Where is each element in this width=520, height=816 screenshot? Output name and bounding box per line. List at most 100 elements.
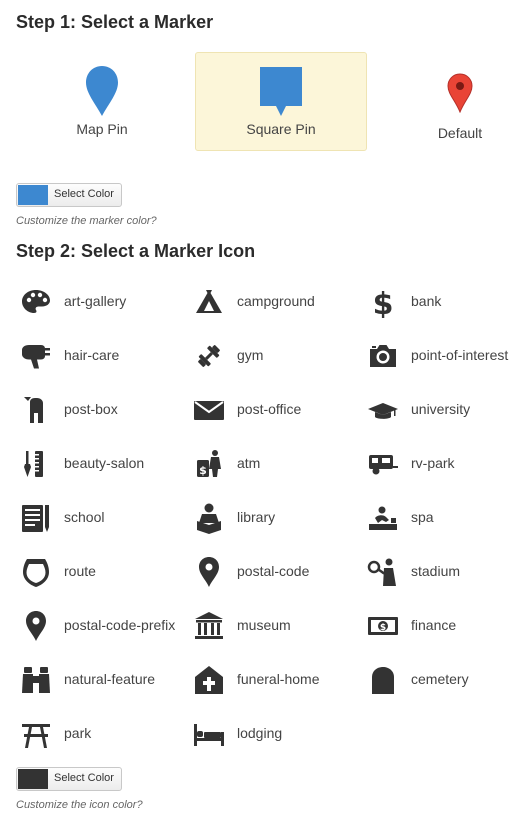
icon-option-label: rv-park [411,455,455,471]
icon-option-label: lodging [237,725,283,741]
point-of-interest-icon [370,345,396,367]
marker-option-square-pin[interactable]: Square Pin [195,52,367,151]
icon-color-hint: Customize the icon color? [16,799,143,811]
icon-option-natural-feature[interactable]: natural-feature [16,660,186,700]
step2-title: Step 2: Select a Marker Icon [16,241,256,261]
postal-code-icon [199,557,219,587]
park-icon [22,724,50,748]
svg-text:$: $ [373,287,394,318]
rv-park-icon [369,455,398,475]
icon-option-park[interactable]: park [16,714,186,754]
step1-title: Step 1: Select a Marker [16,12,214,32]
icon-option-post-office[interactable]: post-office [189,390,359,430]
icon-option-university[interactable]: university [363,390,520,430]
icon-option-label: school [64,509,105,525]
icon-option-art-gallery[interactable]: art-gallery [16,282,186,322]
svg-text:$: $ [380,623,386,633]
icon-option-label: cemetery [411,671,469,687]
icon-option-gym[interactable]: gym [189,336,359,376]
icon-option-post-box[interactable]: post-box [16,390,186,430]
default-pin-icon [447,73,473,113]
finance-icon: $ [368,617,398,635]
atm-icon: $ [197,450,221,477]
marker-label-square-pin: Square Pin [246,121,316,137]
university-icon [368,403,398,419]
cemetery-icon [372,667,394,694]
icon-option-label: campground [237,293,315,309]
hair-care-icon [22,345,50,369]
route-icon [23,559,49,587]
icon-option-museum[interactable]: museum [189,606,359,646]
icon-option-label: library [237,509,276,525]
icon-option-label: post-office [237,401,302,417]
icon-option-label: natural-feature [64,671,156,687]
icon-option-library[interactable]: library [189,498,359,538]
funeral-home-icon [195,666,223,694]
library-icon [197,503,221,534]
map-pin-icon [86,66,118,116]
icon-option-hair-care[interactable]: hair-care [16,336,186,376]
art-gallery-icon [22,290,50,313]
marker-color-button-label: Select Color [54,188,114,200]
icon-option-beauty-salon[interactable]: beauty-salon [16,444,186,484]
gym-icon [198,345,220,367]
icon-option-label: stadium [411,563,461,579]
icon-option-postal-code-prefix[interactable]: postal-code-prefix [16,606,186,646]
icon-option-finance[interactable]: $ finance [363,606,520,646]
icon-option-rv-park[interactable]: rv-park [363,444,520,484]
icon-option-spa[interactable]: spa [363,498,520,538]
icon-option-label: route [64,563,96,579]
marker-label-map-pin: Map Pin [76,121,128,137]
natural-feature-icon [22,667,50,693]
marker-option-default[interactable]: Default [374,52,520,151]
campground-icon [196,290,222,313]
svg-text:$: $ [199,464,207,477]
stadium-icon [367,558,396,586]
icon-option-label: postal-code-prefix [64,617,176,633]
icon-option-label: atm [237,455,261,471]
spa-icon [369,506,397,530]
icon-option-label: hair-care [64,347,120,363]
icon-option-label: point-of-interest [411,347,509,363]
icon-option-atm[interactable]: $ atm [189,444,359,484]
icon-option-label: university [411,401,471,417]
icon-option-bank[interactable]: $ bank [363,282,520,322]
beauty-salon-icon [24,451,43,477]
icon-option-lodging[interactable]: lodging [189,714,359,754]
icon-option-label: bank [411,293,442,309]
school-icon [22,505,49,532]
marker-color-swatch [18,185,48,205]
post-office-icon [194,401,224,420]
marker-color-hint: Customize the marker color? [16,215,157,227]
icon-color-swatch [18,769,48,789]
icon-option-label: postal-code [237,563,310,579]
icon-option-label: gym [237,347,264,363]
icon-option-label: funeral-home [237,671,320,687]
museum-icon [195,612,223,639]
icon-option-label: finance [411,617,457,633]
icon-option-label: park [64,725,92,741]
icon-option-school[interactable]: school [16,498,186,538]
icon-option-stadium[interactable]: stadium [363,552,520,592]
icon-color-button[interactable]: Select Color [16,767,122,791]
icon-option-label: post-box [64,401,118,417]
icon-color-button-label: Select Color [54,772,114,784]
marker-option-map-pin[interactable]: Map Pin [16,52,188,151]
bank-icon: $ [373,287,394,318]
icon-option-cemetery[interactable]: cemetery [363,660,520,700]
postal-code-prefix-icon [26,611,46,641]
icon-option-route[interactable]: route [16,552,186,592]
post-box-icon [24,397,43,423]
marker-label-default: Default [437,125,483,141]
icon-option-funeral-home[interactable]: funeral-home [189,660,359,700]
marker-color-button[interactable]: Select Color [16,183,122,207]
icon-option-postal-code[interactable]: postal-code [189,552,359,592]
icon-option-campground[interactable]: campground [189,282,359,322]
icon-option-label: beauty-salon [64,455,145,471]
lodging-icon [194,724,224,746]
icon-option-label: art-gallery [64,293,127,309]
icon-option-point-of-interest[interactable]: point-of-interest [363,336,520,376]
square-pin-icon [260,67,302,116]
icon-option-label: spa [411,509,434,525]
icon-option-label: museum [237,617,291,633]
